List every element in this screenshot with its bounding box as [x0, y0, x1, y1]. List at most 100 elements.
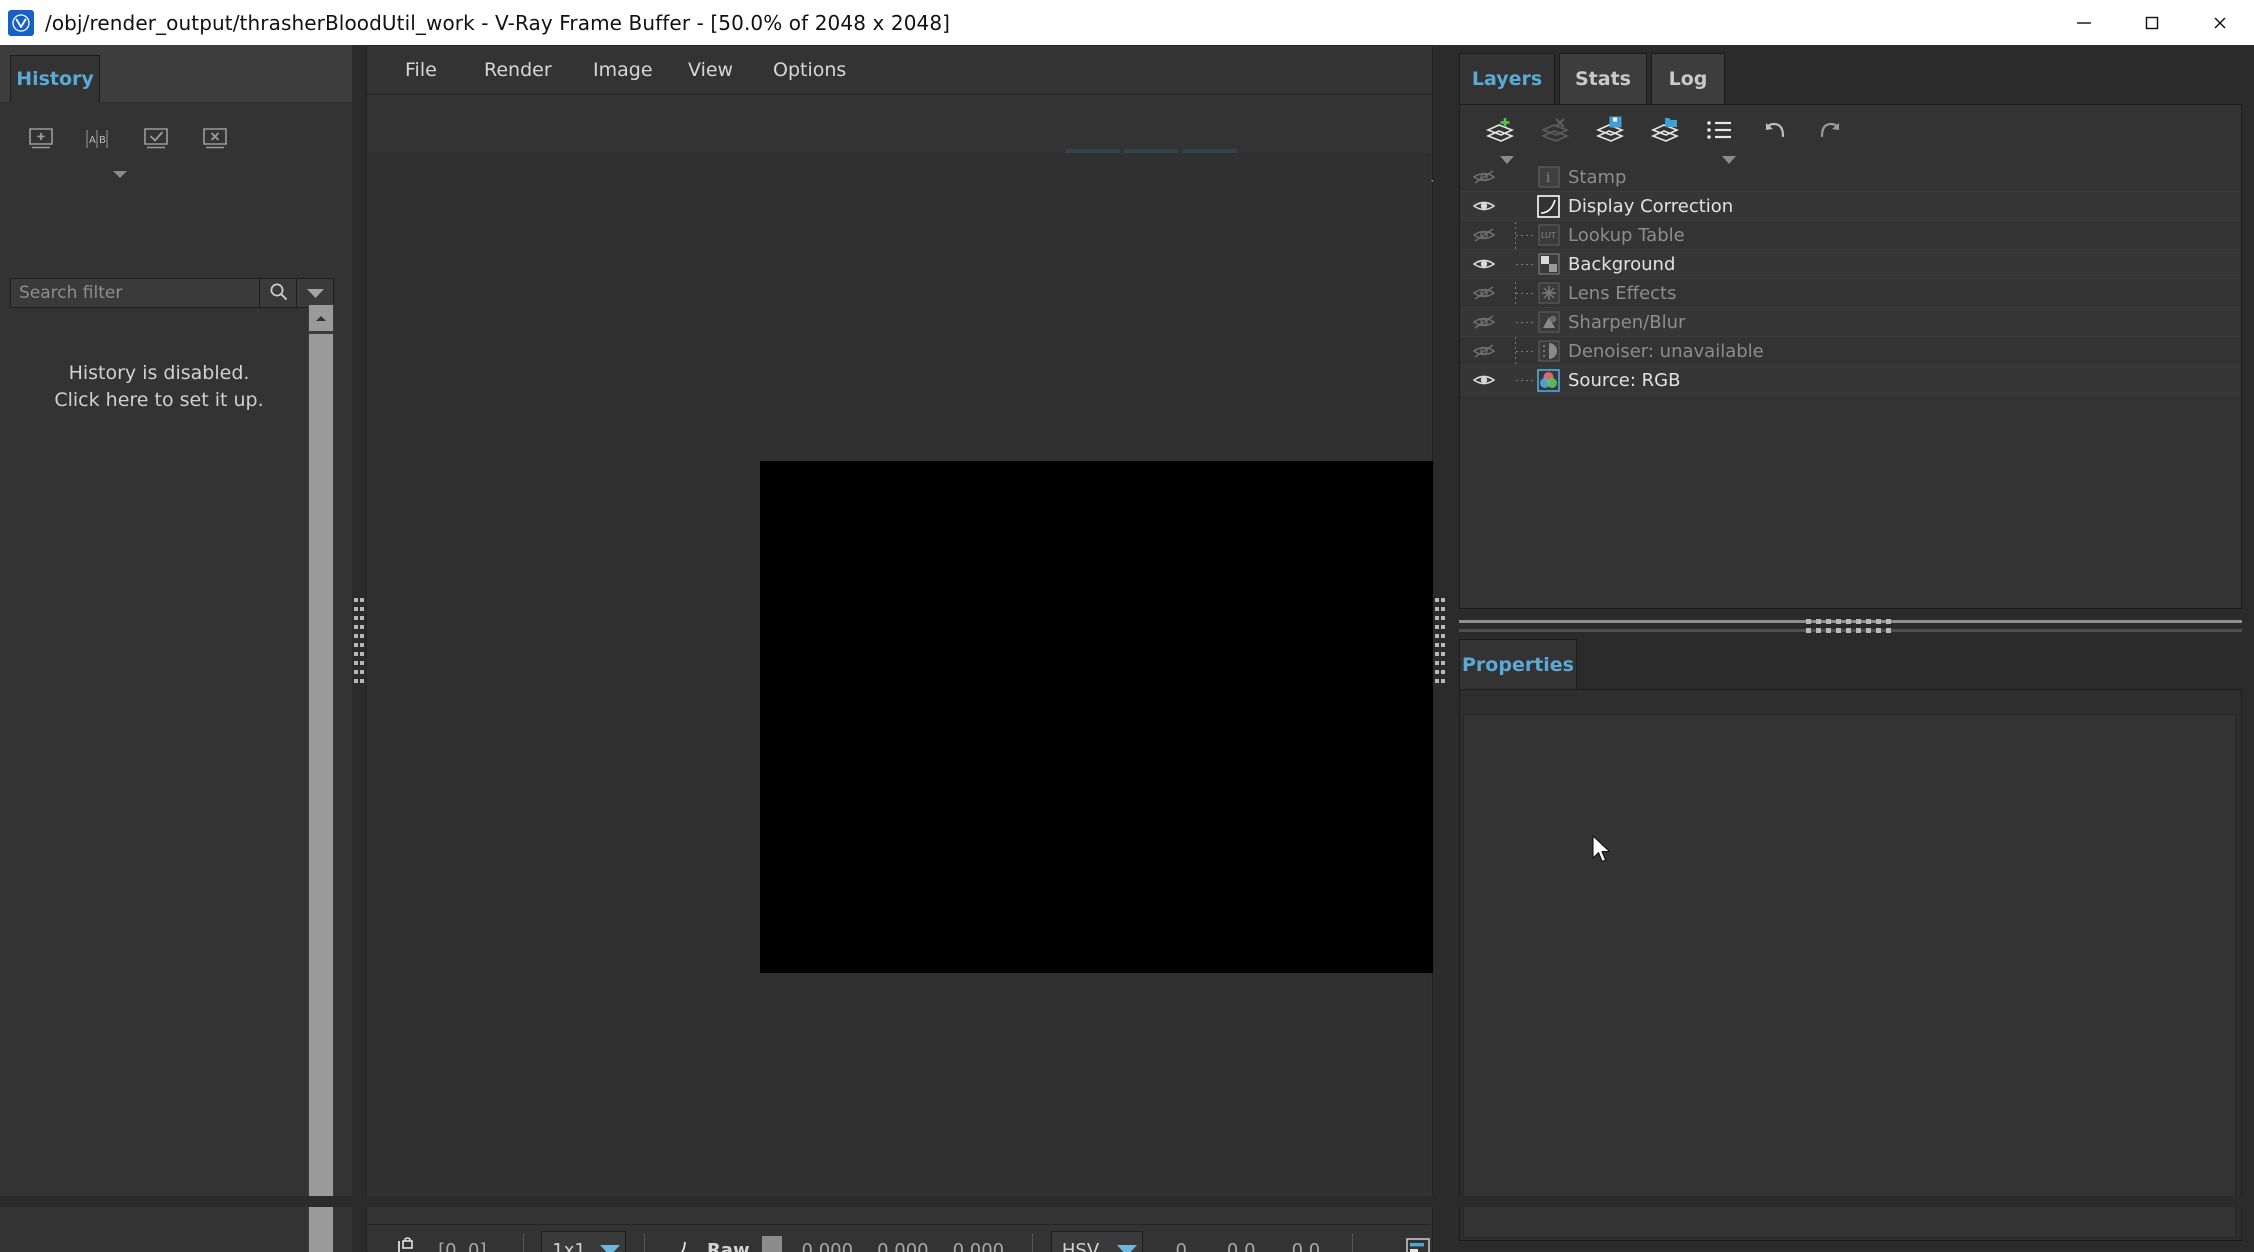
table-row[interactable]: i Stamp	[1461, 163, 2240, 192]
raw-value-r: 0.000	[801, 1240, 854, 1252]
tab-properties[interactable]: Properties	[1459, 639, 1577, 691]
table-row[interactable]: Sharpen/Blur	[1461, 308, 2240, 337]
layers-toolbar	[1460, 109, 2241, 164]
image-plus-icon	[26, 126, 56, 156]
add-to-history-button[interactable]	[18, 120, 64, 162]
scrollbar-thumb[interactable]	[309, 334, 333, 1252]
denoiser-icon	[1537, 340, 1560, 363]
left-splitter[interactable]	[352, 45, 366, 1252]
menu-options[interactable]: Options	[759, 46, 860, 94]
tab-stats[interactable]: Stats	[1559, 53, 1647, 105]
table-row[interactable]: Background	[1461, 250, 2240, 279]
set-as-compare-button[interactable]	[133, 120, 179, 162]
layer-visibility-toggle[interactable]	[1461, 343, 1507, 359]
history-toolbar-overflow-caret[interactable]	[112, 164, 128, 183]
menu-view-label: View	[688, 59, 734, 81]
status-bar: [0, 0] 1x1 Raw 0.000 0.000 0.000 HSV 0 0…	[368, 1224, 1431, 1252]
menu-options-label: Options	[773, 59, 847, 81]
layer-visibility-toggle[interactable]	[1461, 169, 1507, 185]
load-layers-button[interactable]	[1639, 109, 1691, 155]
sampled-color-swatch	[761, 1235, 782, 1252]
raw-value-b: 0.000	[952, 1240, 1005, 1252]
pixel-lock-icon[interactable]	[394, 1236, 420, 1252]
history-body: A B Search filter History is disabled. C…	[0, 102, 334, 1252]
title-bar: /obj/render_output/thrasherBloodUtil_wor…	[0, 0, 2254, 45]
curve-icon	[1537, 194, 1560, 218]
search-button[interactable]	[260, 278, 297, 308]
maximize-button[interactable]	[2118, 0, 2186, 45]
menu-file-label: File	[405, 59, 437, 81]
undo-button[interactable]	[1750, 109, 1802, 155]
frame-buffer-panel: File Render Image View Options RGB color	[366, 45, 1799, 1252]
history-disabled-message[interactable]: History is disabled. Click here to set i…	[0, 360, 318, 414]
render-canvas[interactable]	[368, 153, 1783, 1193]
tab-layers-label: Layers	[1471, 68, 1543, 90]
window-title: /obj/render_output/thrasherBloodUtil_wor…	[45, 10, 951, 35]
layer-visibility-toggle[interactable]	[1461, 256, 1507, 272]
rgb-venn-icon	[1537, 368, 1560, 392]
splitter-grip	[1435, 598, 1445, 698]
history-vertical-scrollbar[interactable]	[308, 304, 334, 1252]
color-mode-dropdown[interactable]: HSV	[1050, 1230, 1144, 1252]
table-row[interactable]: Display Correction	[1461, 192, 2240, 221]
layer-label: Denoiser: unavailable	[1568, 340, 1764, 362]
properties-content[interactable]	[1463, 714, 2236, 1238]
chevron-down-icon	[595, 1245, 625, 1252]
search-input[interactable]	[10, 278, 260, 308]
scroll-up-arrow-icon[interactable]	[309, 305, 333, 331]
right-splitter[interactable]	[1433, 45, 1447, 1252]
tab-log[interactable]: Log	[1651, 53, 1725, 105]
save-layers-button[interactable]	[1584, 109, 1636, 155]
layer-visibility-toggle[interactable]	[1461, 314, 1507, 330]
layer-label: Background	[1568, 253, 1676, 275]
splitter-grip	[1806, 617, 1896, 637]
image-x-icon	[200, 126, 230, 156]
compare-ab-button[interactable]: A B	[74, 120, 120, 162]
remove-from-history-button[interactable]	[192, 120, 238, 162]
menu-render[interactable]: Render	[470, 46, 566, 94]
chevron-down-icon	[112, 164, 128, 183]
layer-visibility-toggle[interactable]	[1461, 372, 1507, 388]
image-check-icon	[141, 126, 171, 156]
tab-layers[interactable]: Layers	[1459, 53, 1555, 105]
redo-button[interactable]	[1803, 109, 1855, 155]
splitter-grip	[354, 598, 364, 698]
svg-text:A: A	[89, 135, 96, 146]
menu-image[interactable]: Image	[579, 46, 667, 94]
table-row[interactable]: Source: RGB	[1461, 366, 2240, 395]
layer-tree[interactable]: i Stamp Display Correction LUT Lookup Ta…	[1461, 163, 2240, 395]
mouse-cursor	[1592, 835, 1614, 871]
vray-logo-icon	[8, 9, 34, 36]
layer-visibility-toggle[interactable]	[1461, 198, 1507, 214]
tab-history[interactable]: History	[10, 55, 100, 103]
main-content-area: History A B Search filter History is dis…	[0, 45, 2254, 1252]
menu-bar: File Render Image View Options	[367, 46, 1432, 94]
table-row[interactable]: Lens Effects	[1461, 279, 2240, 308]
menu-file[interactable]: File	[391, 46, 451, 94]
chevron-down-icon	[306, 284, 325, 303]
hsv-value-s: 0.0	[1226, 1240, 1256, 1252]
layer-presets-button[interactable]	[1694, 109, 1746, 155]
table-row[interactable]: LUT Lookup Table	[1461, 221, 2240, 250]
layer-label: Lens Effects	[1568, 282, 1677, 304]
minimize-button[interactable]	[2050, 0, 2118, 45]
history-toolbar: A B	[0, 120, 300, 178]
delete-layer-button	[1529, 109, 1581, 155]
sample-size-dropdown[interactable]: 1x1	[541, 1230, 627, 1252]
color-curve-icon[interactable]	[667, 1236, 693, 1252]
history-tab-bar: History	[0, 45, 352, 103]
close-button[interactable]	[2186, 0, 2254, 45]
raw-label: Raw	[706, 1240, 750, 1252]
menu-view[interactable]: View	[674, 46, 747, 94]
checker-icon	[1537, 253, 1560, 276]
hsv-value-v: 0.0	[1291, 1240, 1321, 1252]
layers-properties-splitter[interactable]	[1459, 617, 2242, 637]
table-row[interactable]: Denoiser: unavailable	[1461, 337, 2240, 366]
vray-frame-buffer-window: /obj/render_output/thrasherBloodUtil_wor…	[0, 0, 2254, 1252]
history-panel: History A B Search filter History is dis…	[0, 45, 352, 1252]
info-panel-icon[interactable]	[1405, 1237, 1431, 1252]
layer-visibility-toggle[interactable]	[1461, 285, 1507, 301]
lut-icon: LUT	[1537, 224, 1560, 247]
layer-visibility-toggle[interactable]	[1461, 227, 1507, 243]
tab-history-label: History	[16, 68, 94, 90]
